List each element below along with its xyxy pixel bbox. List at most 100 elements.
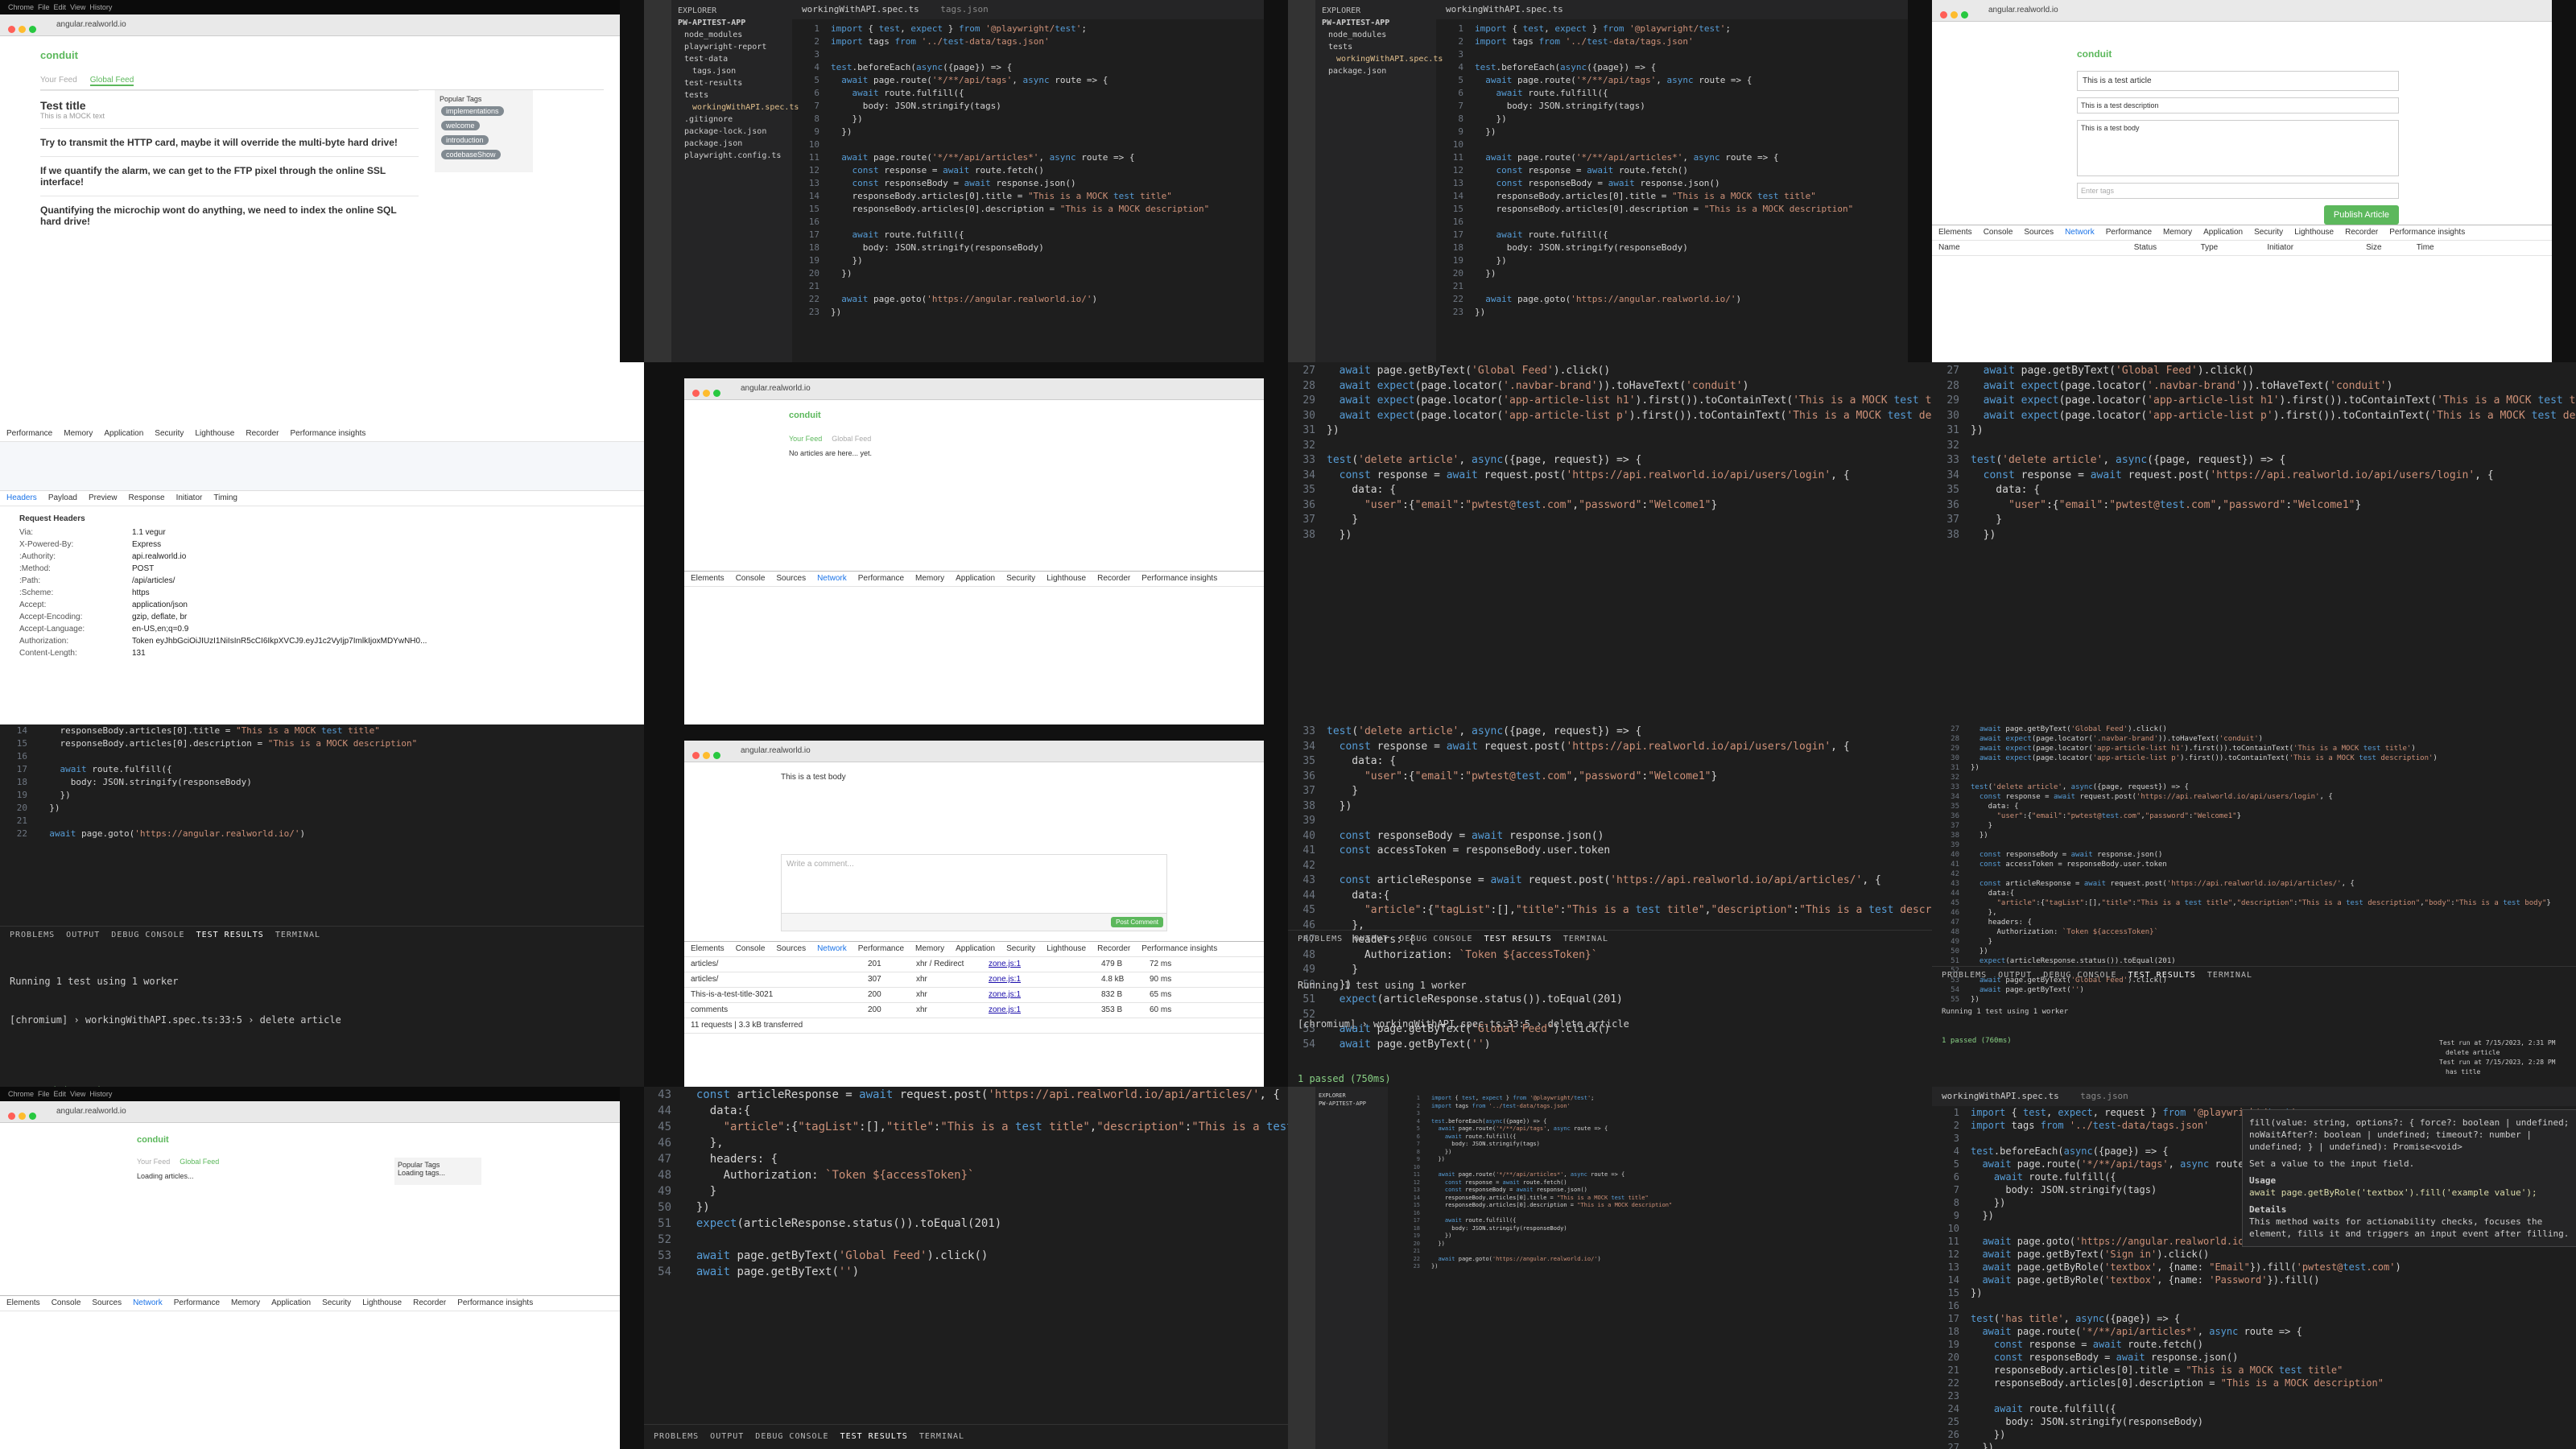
line-number[interactable]: 48 — [644, 1167, 671, 1183]
code-line[interactable]: 1 import { test, expect } from '@playwrig… — [792, 23, 1264, 35]
code-line[interactable]: 13 await page.getByRole('textbox', {name… — [1932, 1261, 2576, 1274]
line-number[interactable]: 27 — [1932, 1441, 1959, 1449]
test-run-item[interactable]: has title — [2439, 1067, 2576, 1077]
line-number[interactable]: 21 — [1436, 280, 1463, 293]
tab-item[interactable]: Lighthouse — [195, 429, 234, 438]
editor-tab[interactable]: tags.json — [2080, 1091, 2128, 1101]
line-number[interactable]: 1 — [1393, 1095, 1420, 1103]
line-number[interactable]: 15 — [1393, 1202, 1420, 1210]
code-line[interactable]: 15 responseBody.articles[0].description … — [1393, 1202, 1673, 1210]
code-line[interactable]: 19 }) — [0, 789, 644, 802]
line-number[interactable]: 45 — [1932, 898, 1959, 908]
line-number[interactable]: 52 — [644, 1232, 671, 1248]
code-line[interactable]: 35 data: { — [1932, 802, 2576, 811]
col-name[interactable]: Name — [1938, 241, 2132, 255]
code-line[interactable]: 51 expect(articleResponse.status()).toEq… — [644, 1216, 1288, 1232]
line-number[interactable]: 46 — [1932, 908, 1959, 918]
test-run-item[interactable]: Test run at 7/15/2023, 2:31 PM — [2439, 1038, 2576, 1048]
line-number[interactable]: 2 — [1393, 1103, 1420, 1111]
line-number[interactable]: 39 — [1932, 840, 1959, 850]
line-number[interactable]: 40 — [1288, 829, 1315, 844]
line-number[interactable]: 7 — [1932, 1183, 1959, 1196]
code-line[interactable]: 47 headers: { — [1932, 918, 2576, 927]
line-number[interactable]: 4 — [1932, 1145, 1959, 1158]
line-number[interactable]: 24 — [1932, 1402, 1959, 1415]
tab-your-feed[interactable]: Your Feed — [40, 76, 77, 86]
line-number[interactable]: 12 — [1932, 1248, 1959, 1261]
line-number[interactable]: 2 — [1436, 35, 1463, 48]
terminal-output[interactable]: Running 1 test using 1 worker [chromium]… — [0, 944, 644, 1087]
tab-item[interactable]: PROBLEMS — [1298, 935, 1343, 943]
col-size[interactable]: Size — [2366, 241, 2414, 255]
code-line[interactable]: 38 }) — [1288, 799, 1932, 815]
tab-item[interactable]: Console — [1984, 228, 2013, 237]
line-number[interactable]: 19 — [1932, 1338, 1959, 1351]
editor-tab[interactable]: tags.json — [940, 4, 989, 14]
code-line[interactable]: 29 await expect(page.locator('app-articl… — [1932, 744, 2576, 753]
line-number[interactable]: 7 — [1393, 1141, 1420, 1149]
code-line[interactable]: 34 const response = await request.post('… — [1288, 469, 1932, 484]
code-line[interactable]: 12 await page.getByText('Sign in').click… — [1932, 1248, 2576, 1261]
line-number[interactable]: 42 — [1288, 859, 1315, 874]
line-number[interactable]: 6 — [792, 87, 819, 100]
line-number[interactable]: 9 — [792, 126, 819, 138]
code-line[interactable]: 14 responseBody.articles[0].title = "Thi… — [1436, 190, 1908, 203]
line-number[interactable]: 32 — [1932, 773, 1959, 782]
line-number[interactable]: 8 — [1393, 1149, 1420, 1157]
window-controls[interactable] — [692, 747, 724, 768]
line-number[interactable]: 8 — [1436, 113, 1463, 126]
code-editor[interactable]: 33 test('delete article', async({page, re… — [1288, 724, 1932, 1051]
article-title[interactable]: Quantifying the microchip wont do anythi… — [40, 204, 419, 227]
address-bar[interactable]: angular.realworld.io — [56, 1107, 126, 1116]
code-line[interactable]: 32 — [1932, 439, 2576, 454]
line-number[interactable]: 16 — [1436, 216, 1463, 229]
line-number[interactable]: 33 — [1288, 453, 1315, 469]
tab-item[interactable]: Timing — [213, 493, 237, 502]
code-line[interactable]: 13 const responseBody = await response.j… — [1393, 1187, 1672, 1195]
code-line[interactable]: 20 }) — [1436, 267, 1908, 280]
tab-item[interactable]: Recorder — [413, 1298, 446, 1307]
code-line[interactable]: 38 }) — [1932, 528, 2576, 543]
line-number[interactable]: 40 — [1932, 850, 1959, 860]
line-number[interactable]: 36 — [1288, 770, 1315, 785]
tab-item[interactable]: Elements — [6, 1298, 40, 1307]
code-editor[interactable]: 27 await page.getByText('Global Feed').c… — [1932, 362, 2576, 543]
line-number[interactable]: 27 — [1932, 364, 1959, 379]
code-line[interactable]: 34 const response = await request.post('… — [1932, 792, 2576, 802]
tab-item[interactable]: Sources — [92, 1298, 122, 1307]
code-line[interactable]: 34 const response = await request.post('… — [1932, 469, 2576, 484]
code-line[interactable]: 14 responseBody.articles[0].title = "Thi… — [792, 190, 1264, 203]
window-controls[interactable] — [8, 21, 39, 42]
code-line[interactable]: 12 const response = await route.fetch() — [1393, 1179, 1672, 1187]
line-number[interactable]: 44 — [644, 1103, 671, 1119]
window-controls[interactable] — [1940, 6, 1971, 27]
line-number[interactable]: 13 — [792, 177, 819, 190]
article-about-input[interactable]: This is a test description — [2077, 97, 2399, 114]
code-line[interactable]: 41 const accessToken = responseBody.user… — [1288, 844, 1932, 859]
tab-item[interactable]: Security — [1006, 574, 1035, 583]
line-number[interactable]: 22 — [1932, 1377, 1959, 1389]
line-number[interactable]: 21 — [1932, 1364, 1959, 1377]
code-line[interactable]: 33 test('delete article', async({page, re… — [1932, 782, 2576, 792]
line-number[interactable]: 26 — [1932, 1428, 1959, 1441]
line-number[interactable]: 34 — [1288, 740, 1315, 755]
tab-item[interactable]: Memory — [231, 1298, 260, 1307]
tab-item[interactable]: OUTPUT — [66, 931, 100, 939]
code-line[interactable]: 48 Authorization: `Token ${accessToken}` — [644, 1167, 1288, 1183]
tab-item[interactable]: Application — [2203, 228, 2243, 237]
code-line[interactable]: 35 data: { — [1288, 754, 1932, 770]
code-line[interactable]: 27 await page.getByText('Global Feed').c… — [1932, 364, 2576, 379]
code-line[interactable]: 2 import tags from '../test-data/tags.jso… — [1393, 1103, 1672, 1111]
code-line[interactable]: 32 — [1932, 773, 2576, 782]
code-line[interactable]: 33 test('delete article', async({page, re… — [1288, 724, 1932, 740]
code-line[interactable]: 50 }) — [1932, 947, 2576, 956]
code-line[interactable]: 45 "article":{"tagList":[],"title":"This… — [1932, 898, 2576, 908]
code-line[interactable]: 23}) — [1436, 306, 1908, 319]
explorer-item[interactable]: tests — [671, 89, 792, 101]
line-number[interactable]: 5 — [1932, 1158, 1959, 1170]
article-body-input[interactable]: This is a test body — [2077, 120, 2399, 176]
tab-item[interactable]: Performance — [2106, 228, 2152, 237]
article-preview[interactable]: If we quantify the alarm, we can get to … — [40, 156, 419, 196]
code-line[interactable]: 16 — [1393, 1210, 1672, 1218]
line-number[interactable]: 50 — [1932, 947, 1959, 956]
